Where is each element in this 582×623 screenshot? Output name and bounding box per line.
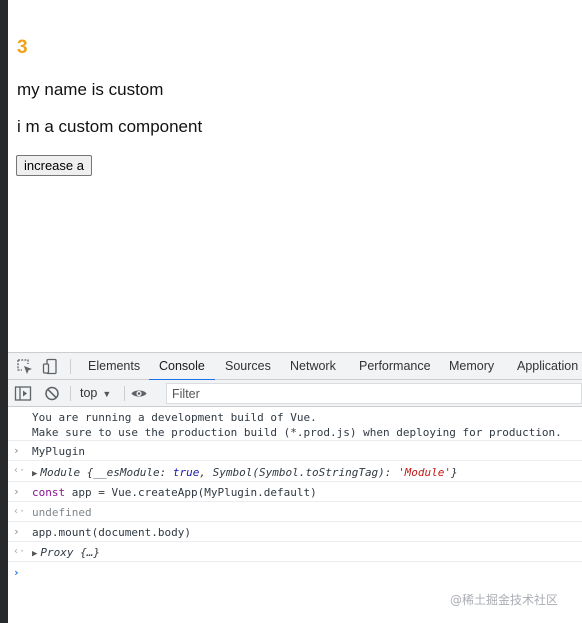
context-selector[interactable]: top ▼ <box>80 385 111 402</box>
active-prompt-icon: › <box>13 566 20 579</box>
console-output-row[interactable]: ‹· ▶ Proxy {…} <box>8 542 582 562</box>
create-app-expression: app = Vue.createApp(MyPlugin.default) <box>65 486 317 499</box>
tabbar-separator <box>70 359 71 374</box>
page-viewport: 3 my name is custom i m a custom compone… <box>8 0 582 352</box>
tab-memory[interactable]: Memory <box>449 353 494 380</box>
input-prompt-icon: › <box>13 485 20 498</box>
proxy-object[interactable]: ▶ Proxy {…} <box>32 546 100 559</box>
tab-sources[interactable]: Sources <box>225 353 271 380</box>
module-object[interactable]: ▶ Module {__esModule: true, Symbol(Symbol… <box>32 466 458 479</box>
module-suffix: } <box>451 466 458 479</box>
output-arrow-icon: ‹· <box>13 506 26 517</box>
console-input-text: app.mount(document.body) <box>32 526 191 539</box>
name-text: my name is custom <box>17 80 164 99</box>
console-output-row[interactable]: ‹· ▶ Module {__esModule: true, Symbol(Sym… <box>8 461 582 482</box>
tab-performance[interactable]: Performance <box>359 353 431 380</box>
console-message: You are running a development build of V… <box>8 408 582 441</box>
console-output-text: undefined <box>32 506 92 519</box>
eye-icon[interactable] <box>130 385 148 402</box>
tab-network[interactable]: Network <box>290 353 336 380</box>
tab-console[interactable]: Console <box>149 353 215 381</box>
toolbar-separator <box>124 386 125 401</box>
filter-input[interactable] <box>166 383 582 404</box>
console-output-row: ‹· undefined <box>8 502 582 522</box>
output-arrow-icon: ‹· <box>13 465 26 476</box>
expand-triangle-icon[interactable]: ▶ <box>32 469 37 479</box>
dropdown-arrow-icon: ▼ <box>102 389 112 399</box>
keyword-const: const <box>32 486 66 499</box>
sidebar-toggle-icon[interactable] <box>14 385 32 402</box>
vue-dev-warning-line1: You are running a development build of V… <box>32 411 317 424</box>
toolbar-separator <box>70 386 71 401</box>
input-prompt-icon: › <box>13 525 20 538</box>
context-selector-label: top <box>80 386 98 400</box>
clear-console-icon[interactable] <box>43 385 61 402</box>
proxy-text: Proxy {…} <box>40 546 101 559</box>
console-input-text: const app = Vue.createApp(MyPlugin.defau… <box>32 486 317 499</box>
devtools-panel: Elements Console Sources Network Perform… <box>8 352 582 623</box>
counter-value: 3 <box>17 37 28 58</box>
devtools-tabbar: Elements Console Sources Network Perform… <box>8 353 582 381</box>
console-input-row: › MyPlugin <box>8 441 582 461</box>
console-input-row: › app.mount(document.body) <box>8 522 582 542</box>
vue-dev-warning-line2: Make sure to use the production build (*… <box>32 426 562 439</box>
output-arrow-icon: ‹· <box>13 546 26 557</box>
console-prompt[interactable]: › <box>8 564 582 584</box>
tab-elements[interactable]: Elements <box>88 353 140 380</box>
module-bool: true <box>172 466 200 479</box>
inspect-element-icon[interactable] <box>16 358 34 375</box>
console-input-text: MyPlugin <box>32 445 85 458</box>
console-toolbar: top ▼ <box>8 380 582 407</box>
module-prefix: Module {__esModule: <box>40 466 173 479</box>
left-window-edge <box>0 0 8 623</box>
increase-button[interactable]: increase a <box>16 155 92 176</box>
console-input-row: › const app = Vue.createApp(MyPlugin.def… <box>8 482 582 502</box>
expand-triangle-icon[interactable]: ▶ <box>32 549 37 559</box>
module-middle: , Symbol(Symbol.toStringTag): <box>199 466 399 479</box>
device-toggle-icon[interactable] <box>42 358 60 375</box>
input-prompt-icon: › <box>13 444 20 457</box>
tab-application[interactable]: Application <box>517 353 578 380</box>
module-string: 'Module' <box>398 466 452 479</box>
watermark: @稀土掘金技术社区 <box>450 593 559 607</box>
component-text: i m a custom component <box>17 117 203 136</box>
